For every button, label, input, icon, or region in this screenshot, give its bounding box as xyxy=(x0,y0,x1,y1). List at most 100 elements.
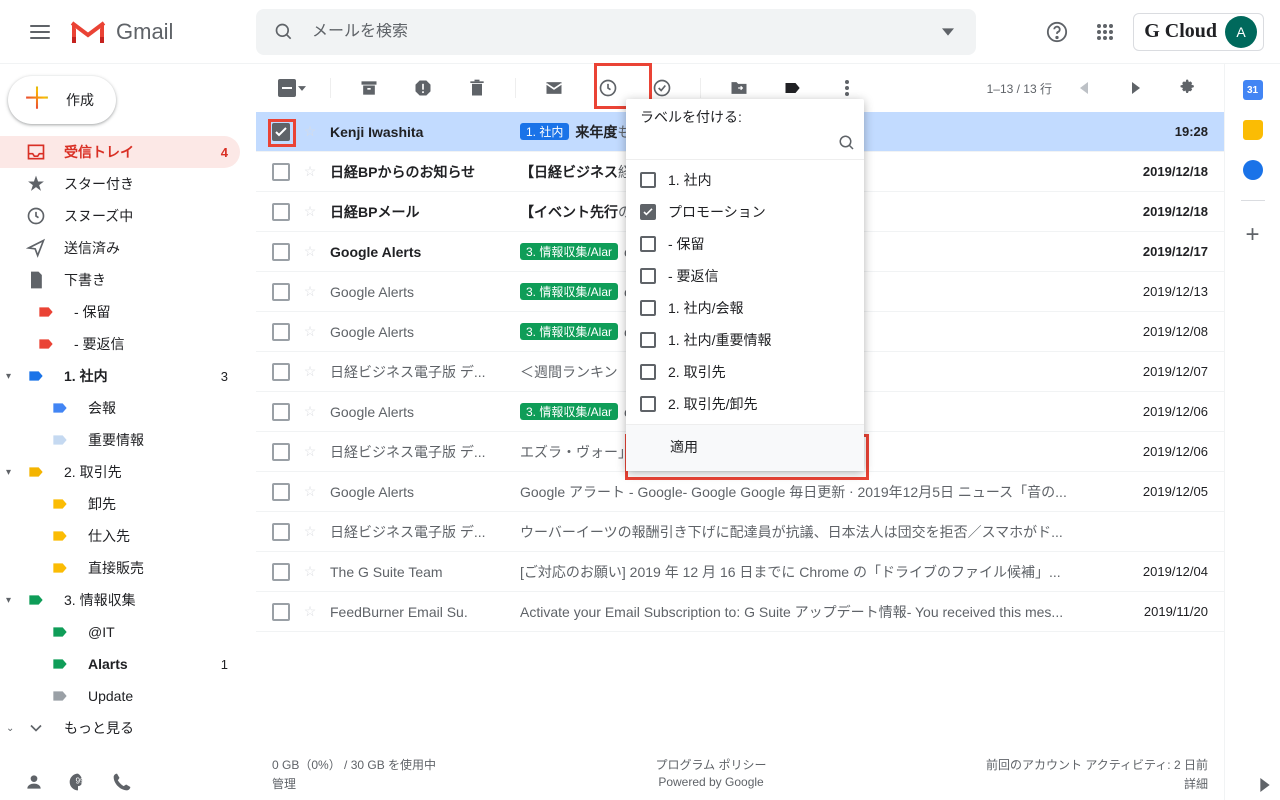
row-checkbox[interactable] xyxy=(272,323,290,341)
next-page-icon[interactable] xyxy=(1116,68,1156,108)
sender: 日経BPからのお知らせ xyxy=(330,162,510,182)
row-checkbox[interactable] xyxy=(272,403,290,421)
spam-icon[interactable] xyxy=(403,68,443,108)
row-checkbox[interactable] xyxy=(272,443,290,461)
label-icon xyxy=(50,657,70,671)
keep-app-icon[interactable] xyxy=(1243,120,1263,140)
message-row[interactable]: ☆FeedBurner Email Su.Activate your Email… xyxy=(256,592,1224,632)
mark-unread-icon[interactable] xyxy=(534,68,574,108)
sidebar-item[interactable]: 直接販売 xyxy=(0,552,240,584)
message-row[interactable]: ☆Google AlertsGoogle アラート - Google - Goo… xyxy=(256,472,1224,512)
details-link[interactable]: 詳細 xyxy=(986,775,1208,792)
star-icon[interactable]: ☆ xyxy=(300,163,320,180)
label-menu-item[interactable]: 1. 社内 xyxy=(626,164,864,196)
sidebar-item[interactable]: 重要情報 xyxy=(0,424,240,456)
search-icon[interactable] xyxy=(264,12,304,52)
nav-count: 1 xyxy=(221,657,228,672)
search-bar[interactable] xyxy=(256,9,976,55)
row-checkbox[interactable] xyxy=(272,243,290,261)
hamburger-icon xyxy=(30,25,50,39)
star-icon[interactable]: ☆ xyxy=(300,323,320,340)
phone-icon[interactable] xyxy=(112,772,132,792)
message-row[interactable]: ☆日経ビジネス電子版 デ...ウーバーイーツの報酬引き下げに配達員が抗議、日本法… xyxy=(256,512,1224,552)
row-checkbox[interactable] xyxy=(272,123,290,141)
nav-label: @IT xyxy=(88,624,228,640)
collapse-panel-icon[interactable] xyxy=(1258,778,1272,792)
contacts-icon[interactable] xyxy=(24,772,44,792)
nav-label: - 要返信 xyxy=(74,334,228,354)
logo[interactable]: Gmail xyxy=(68,17,248,47)
add-app-icon[interactable]: + xyxy=(1245,221,1259,249)
star-icon[interactable]: ☆ xyxy=(300,603,320,620)
search-icon xyxy=(838,134,856,152)
star-icon[interactable]: ☆ xyxy=(300,203,320,220)
star-icon[interactable]: ☆ xyxy=(300,243,320,260)
program-policy[interactable]: プログラム ポリシー xyxy=(656,756,767,773)
star-icon[interactable]: ☆ xyxy=(300,443,320,460)
star-icon[interactable]: ☆ xyxy=(300,483,320,500)
label-menu-item[interactable]: 2. 取引先 xyxy=(626,356,864,388)
sidebar-item[interactable]: Alarts1 xyxy=(0,648,240,680)
row-checkbox[interactable] xyxy=(272,203,290,221)
star-icon[interactable]: ☆ xyxy=(300,363,320,380)
label-menu-item[interactable]: 1. 社内/会報 xyxy=(626,292,864,324)
apply-button[interactable]: 適用 xyxy=(626,424,864,471)
label-menu-item[interactable]: - 要返信 xyxy=(626,260,864,292)
account-chip[interactable]: G Cloud A xyxy=(1133,13,1264,51)
row-checkbox[interactable] xyxy=(272,483,290,501)
sidebar-item[interactable]: ⌄もっと見る xyxy=(0,712,240,744)
sidebar-item[interactable]: Update xyxy=(0,680,240,712)
settings-icon[interactable] xyxy=(1168,68,1208,108)
label-menu-item[interactable]: 2. 取引先/卸先 xyxy=(626,388,864,420)
search-options-icon[interactable] xyxy=(928,12,968,52)
help-icon[interactable] xyxy=(1037,12,1077,52)
label-icon xyxy=(26,465,46,479)
sidebar-item[interactable]: 受信トレイ4 xyxy=(0,136,240,168)
sidebar-item[interactable]: 仕入先 xyxy=(0,520,240,552)
checkbox-icon xyxy=(640,332,656,348)
nav-label: 直接販売 xyxy=(88,558,228,578)
search-input[interactable] xyxy=(304,23,928,41)
star-icon[interactable]: ☆ xyxy=(300,563,320,580)
row-checkbox[interactable] xyxy=(272,603,290,621)
sidebar-item[interactable]: スター付き xyxy=(0,168,240,200)
sidebar-item[interactable]: 下書き xyxy=(0,264,240,296)
delete-icon[interactable] xyxy=(457,68,497,108)
apps-icon[interactable] xyxy=(1085,12,1125,52)
sidebar-item[interactable]: - 保留 xyxy=(0,296,240,328)
row-checkbox[interactable] xyxy=(272,523,290,541)
star-icon[interactable]: ☆ xyxy=(300,123,320,140)
sidebar-item[interactable]: スヌーズ中 xyxy=(0,200,240,232)
row-checkbox[interactable] xyxy=(272,363,290,381)
sidebar-item[interactable]: - 要返信 xyxy=(0,328,240,360)
sidebar-item[interactable]: ▾3. 情報収集 xyxy=(0,584,240,616)
row-checkbox[interactable] xyxy=(272,283,290,301)
label-menu-item[interactable]: プロモーション xyxy=(626,196,864,228)
sidebar-item[interactable]: 送信済み xyxy=(0,232,240,264)
message-row[interactable]: ☆The G Suite Team[ご対応のお願い] 2019 年 12 月 1… xyxy=(256,552,1224,592)
prev-page-icon[interactable] xyxy=(1064,68,1104,108)
star-icon[interactable]: ☆ xyxy=(300,403,320,420)
star-icon[interactable]: ☆ xyxy=(300,283,320,300)
sidebar-item[interactable]: 卸先 xyxy=(0,488,240,520)
sidebar-item[interactable]: ▾1. 社内3 xyxy=(0,360,240,392)
select-all-checkbox[interactable] xyxy=(272,68,312,108)
sidebar-item[interactable]: 会報 xyxy=(0,392,240,424)
sidebar-item[interactable]: ▾2. 取引先 xyxy=(0,456,240,488)
compose-button[interactable]: ＋ 作成 xyxy=(8,76,116,124)
storage-manage[interactable]: 管理 xyxy=(272,775,436,792)
nav-label: 受信トレイ xyxy=(64,142,203,162)
row-checkbox[interactable] xyxy=(272,163,290,181)
calendar-app-icon[interactable]: 31 xyxy=(1243,80,1263,100)
sidebar-item[interactable]: @IT xyxy=(0,616,240,648)
label-search-input[interactable] xyxy=(640,131,838,155)
star-icon[interactable]: ☆ xyxy=(300,523,320,540)
archive-icon[interactable] xyxy=(349,68,389,108)
main-menu-button[interactable] xyxy=(16,8,64,56)
snooze-icon[interactable] xyxy=(588,68,628,108)
tasks-app-icon[interactable] xyxy=(1243,160,1263,180)
label-menu-item[interactable]: 1. 社内/重要情報 xyxy=(626,324,864,356)
row-checkbox[interactable] xyxy=(272,563,290,581)
label-menu-item[interactable]: - 保留 xyxy=(626,228,864,260)
hangouts-icon[interactable]: 99 xyxy=(68,772,88,792)
